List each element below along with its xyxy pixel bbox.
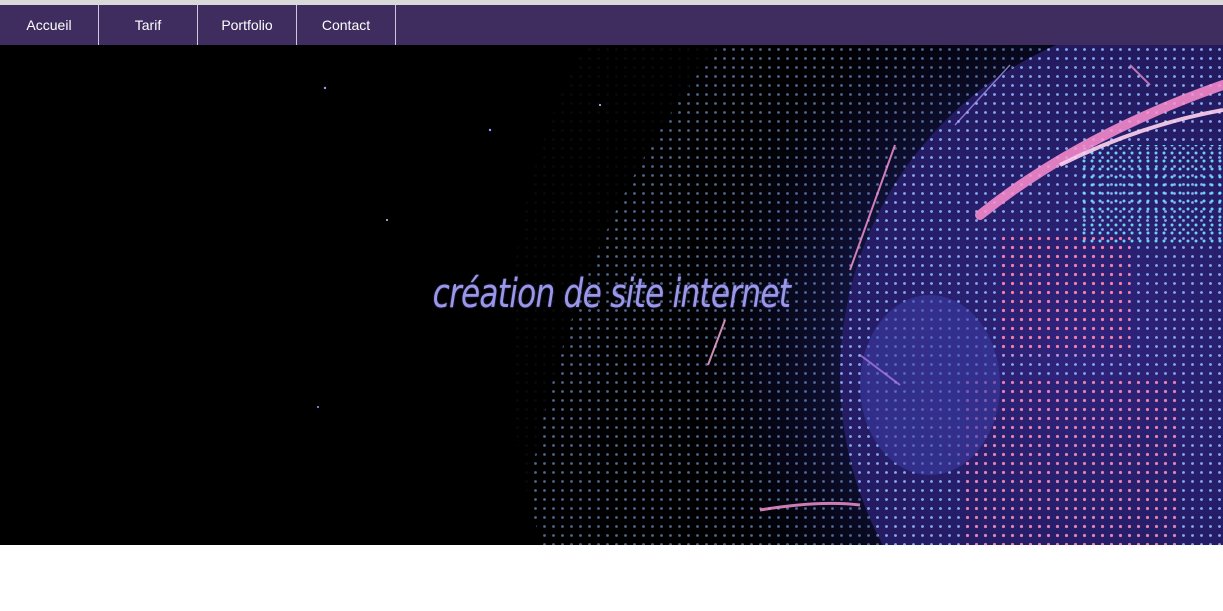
page-content-area	[0, 545, 1223, 611]
main-navbar: Accueil Tarif Portfolio Contact	[0, 5, 1223, 45]
hero-title: création de site internet	[432, 271, 791, 317]
nav-item-tarif[interactable]: Tarif	[99, 5, 198, 45]
nav-item-portfolio[interactable]: Portfolio	[198, 5, 297, 45]
nav-item-contact[interactable]: Contact	[297, 5, 396, 45]
hero-banner: création de site internet	[0, 45, 1223, 545]
nav-item-accueil[interactable]: Accueil	[0, 5, 99, 45]
